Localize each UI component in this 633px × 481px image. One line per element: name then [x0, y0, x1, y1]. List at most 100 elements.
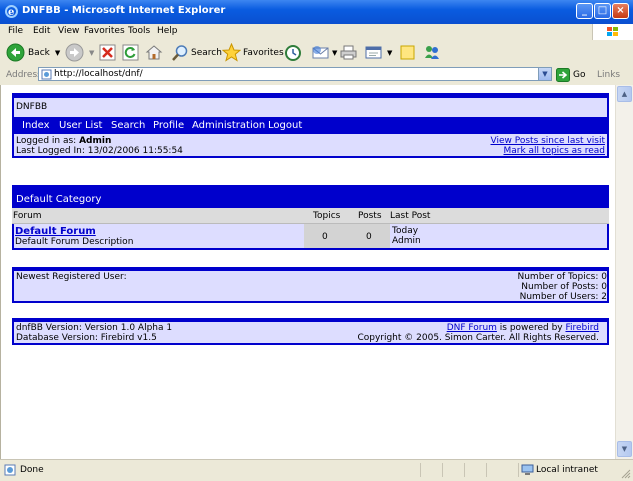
scroll-down-button[interactable]: ▼	[617, 441, 632, 457]
print-button[interactable]	[339, 43, 358, 62]
address-url: http://localhost/dnf/	[54, 69, 143, 79]
last-post-by: Admin	[392, 236, 421, 246]
minimize-button[interactable]: _	[576, 3, 593, 19]
status-bar: Done Local intranet	[0, 459, 633, 481]
nav-profile[interactable]: Profile	[153, 120, 184, 131]
messenger-button[interactable]	[423, 43, 441, 62]
mail-dropdown-icon[interactable]: ▼	[332, 49, 337, 57]
refresh-button[interactable]	[122, 43, 139, 62]
printer-icon	[340, 45, 357, 60]
svg-text:e: e	[8, 7, 14, 18]
page-icon	[41, 69, 52, 80]
col-posts: Posts	[358, 211, 382, 221]
forward-button[interactable]: ▼	[65, 43, 94, 62]
windows-logo	[592, 24, 633, 40]
page-content: DNFBB Index User List Search Profile Adm…	[0, 85, 616, 459]
status-divider	[442, 463, 443, 477]
zone-text: Local intranet	[536, 465, 598, 475]
go-label: Go	[573, 70, 586, 80]
address-label: Address	[6, 70, 42, 80]
scroll-up-button[interactable]: ▲	[617, 86, 632, 102]
mark-read-link[interactable]: Mark all topics as read	[503, 146, 605, 156]
menu-help[interactable]: Help	[157, 26, 178, 36]
forum-header-panel: DNFBB Index User List Search Profile Adm…	[12, 93, 609, 158]
nav-bar: Index User List Search Profile Administr…	[14, 117, 607, 134]
stat-users: Number of Users: 2	[519, 292, 607, 302]
forum-name-link[interactable]: Default Forum	[15, 226, 96, 237]
category-header: Default Category	[14, 187, 607, 208]
category-panel: Default Category Forum Topics Posts Last…	[12, 185, 609, 250]
col-forum: Forum	[13, 211, 42, 221]
search-button[interactable]: Search	[171, 43, 222, 62]
nav-logout[interactable]: Logout	[268, 120, 302, 131]
back-label: Back	[28, 47, 50, 58]
last-logged-in: Last Logged In: 13/02/2006 11:55:54	[16, 146, 183, 156]
nav-index[interactable]: Index	[22, 120, 50, 131]
discuss-button[interactable]	[399, 43, 416, 62]
refresh-icon	[122, 44, 139, 61]
forward-dropdown-icon[interactable]: ▼	[89, 49, 94, 57]
maximize-button[interactable]: □	[594, 3, 611, 19]
title-bar[interactable]: e DNFBB - Microsoft Internet Explorer _ …	[0, 0, 633, 24]
search-label: Search	[191, 47, 222, 58]
go-arrow-icon	[556, 68, 570, 82]
last-post-when: Today	[392, 226, 419, 236]
nav-user-list[interactable]: User List	[59, 120, 102, 131]
vertical-scrollbar[interactable]: ▲ ▼	[615, 85, 633, 459]
local-intranet-icon	[521, 464, 534, 475]
menu-bar: File Edit View Favorites Tools Help	[0, 24, 633, 41]
table-row: Default Forum Default Forum Description …	[14, 224, 607, 248]
history-icon	[285, 44, 301, 61]
edit-button[interactable]: ▼	[364, 43, 392, 62]
dnf-forum-link[interactable]: DNF Forum	[447, 323, 497, 333]
copyright-text: Copyright © 2005. Simon Carter. All Righ…	[357, 333, 599, 343]
stop-button[interactable]	[99, 43, 116, 62]
forum-topics-count: 0	[322, 232, 328, 242]
category-title: Default Category	[16, 194, 102, 205]
messenger-icon	[425, 45, 439, 59]
menu-tools[interactable]: Tools	[128, 26, 150, 36]
powered-text: is powered by	[496, 323, 566, 333]
favorites-star-icon	[222, 43, 241, 62]
nav-search[interactable]: Search	[111, 120, 145, 131]
home-icon	[145, 45, 163, 60]
back-button[interactable]: Back ▼	[6, 43, 60, 62]
history-button[interactable]	[284, 43, 302, 62]
site-title: DNFBB	[16, 102, 48, 112]
back-arrow-icon	[6, 43, 25, 62]
status-divider	[518, 463, 519, 477]
links-label[interactable]: Links	[597, 70, 620, 80]
newest-user-label: Newest Registered User:	[16, 272, 127, 282]
forum-posts-count: 0	[366, 232, 372, 242]
version-text: dnfBB Version: Version 1.0 Alpha 1	[16, 323, 173, 333]
stat-topics: Number of Topics: 0	[517, 272, 608, 282]
view-posts-link[interactable]: View Posts since last visit	[491, 136, 605, 146]
column-header-row: Forum Topics Posts Last Post	[12, 208, 609, 224]
home-button[interactable]	[145, 43, 163, 62]
go-button[interactable]: Go	[556, 68, 585, 82]
windows-flag-icon	[607, 27, 618, 36]
edit-dropdown-icon[interactable]: ▼	[387, 49, 392, 57]
close-button[interactable]: ×	[612, 3, 629, 19]
favorites-button[interactable]: Favorites	[222, 43, 284, 62]
menu-view[interactable]: View	[58, 26, 79, 36]
edit-page-icon	[365, 46, 382, 59]
menu-favorites[interactable]: Favorites	[84, 26, 125, 36]
forward-arrow-icon	[65, 43, 84, 62]
mail-button[interactable]: ▼	[311, 43, 337, 62]
address-dropdown-icon[interactable]: ▼	[538, 68, 551, 80]
window-title: DNFBB - Microsoft Internet Explorer	[22, 5, 226, 16]
firebird-link[interactable]: Firebird	[565, 323, 599, 333]
favorites-label: Favorites	[243, 47, 284, 58]
note-icon	[400, 45, 415, 60]
resize-grip-icon[interactable]	[621, 469, 631, 479]
menu-edit[interactable]: Edit	[33, 26, 50, 36]
forum-description: Default Forum Description	[15, 237, 134, 247]
menu-file[interactable]: File	[8, 26, 23, 36]
address-input[interactable]: http://localhost/dnf/ ▼	[38, 67, 552, 81]
nav-administration[interactable]: Administration	[192, 120, 265, 131]
logged-in-info: Logged in as: Admin	[16, 136, 111, 146]
back-dropdown-icon[interactable]: ▼	[55, 49, 60, 57]
col-last-post: Last Post	[390, 211, 431, 221]
ie-logo-icon: e	[5, 5, 18, 18]
